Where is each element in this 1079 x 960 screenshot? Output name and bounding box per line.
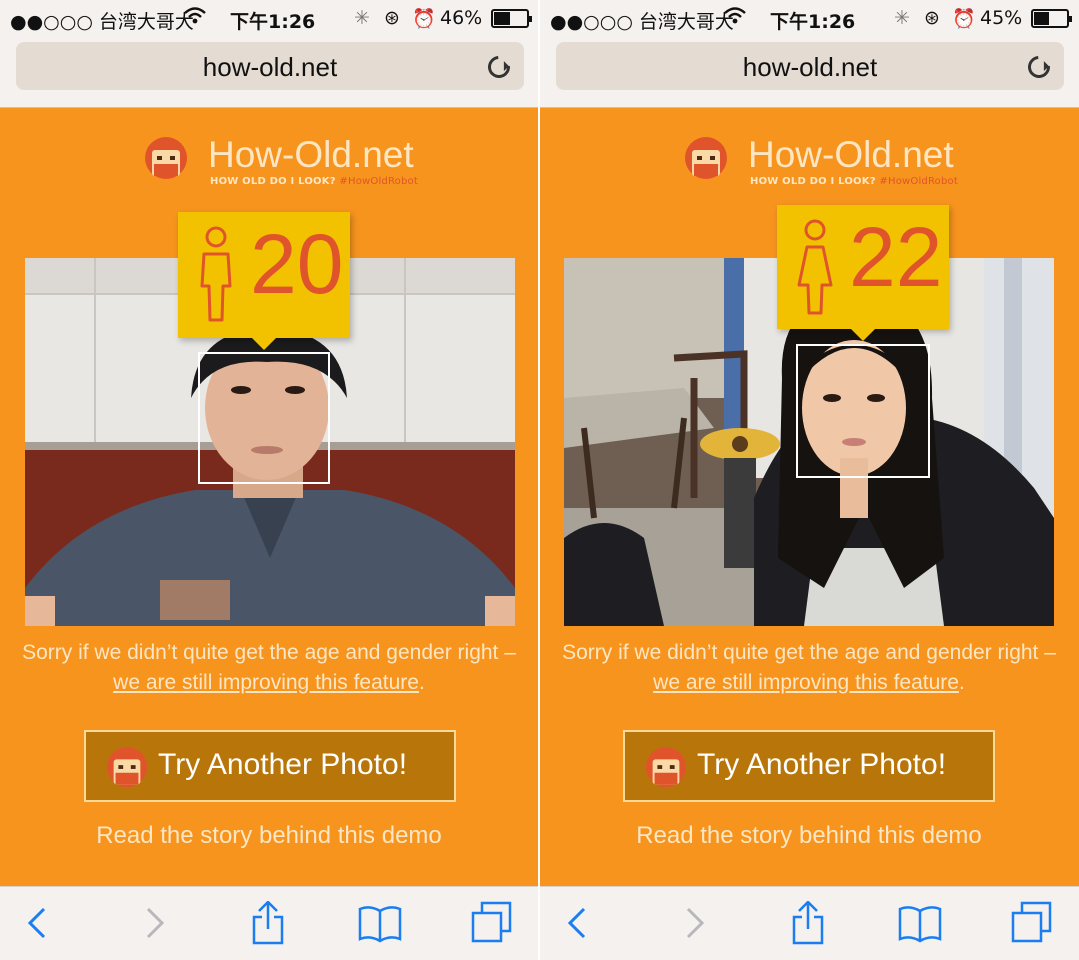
chevron-right-icon[interactable] — [132, 901, 176, 945]
status-bar: ●●○○○ 台湾大哥大 下午1:26 ✳ ⊛ ⏰ 45% — [540, 0, 1079, 36]
left-screen: ●●○○○ 台湾大哥大 下午1:26 ✳ ⊛ ⏰ 46% how-old.net — [0, 0, 538, 960]
try-another-photo-button[interactable]: Try Another Photo! — [623, 730, 995, 802]
accuracy-message: Sorry if we didn’t quite get the age and… — [22, 641, 516, 694]
age-badge: 22 — [777, 205, 949, 341]
browser-toolbar — [0, 886, 538, 960]
chevron-left-icon[interactable] — [16, 901, 60, 945]
mascot-icon — [106, 747, 148, 788]
address-area: how-old.net — [540, 36, 1079, 108]
book-icon[interactable] — [898, 901, 942, 945]
try-another-photo-button[interactable]: Try Another Photo! — [84, 730, 456, 802]
improving-feature-link[interactable]: we are still improving this feature — [653, 671, 959, 694]
battery-percent: 46% — [440, 7, 483, 29]
address-bar[interactable]: how-old.net — [556, 42, 1064, 90]
rotation-lock-icon: ⊛ — [384, 7, 400, 29]
share-icon[interactable] — [786, 900, 830, 945]
button-label: Try Another Photo! — [158, 748, 408, 781]
url-text: how-old.net — [742, 52, 878, 82]
face-detection-box — [198, 352, 330, 484]
mascot-icon — [645, 747, 687, 788]
badge-pointer — [252, 338, 276, 350]
site-tagline: HOW OLD DO I LOOK? #HowOldRobot — [750, 176, 958, 187]
right-screen: ●●○○○ 台湾大哥大 下午1:26 ✳ ⊛ ⏰ 45% how-old.net — [540, 0, 1079, 960]
url-text: how-old.net — [202, 52, 338, 82]
accuracy-message: Sorry if we didn’t quite get the age and… — [562, 641, 1056, 694]
share-icon[interactable] — [246, 900, 290, 945]
button-label: Try Another Photo! — [697, 748, 947, 781]
tabs-icon[interactable] — [1010, 901, 1054, 945]
badge-pointer — [851, 329, 875, 341]
hashtag: #HowOldRobot — [879, 176, 958, 187]
age-value: 20 — [250, 217, 344, 311]
site-name: How-Old.net — [208, 134, 414, 175]
book-icon[interactable] — [358, 901, 402, 945]
clock: 下午1:26 — [230, 11, 316, 33]
wifi-icon — [184, 7, 206, 30]
status-bar: ●●○○○ 台湾大哥大 下午1:26 ✳ ⊛ ⏰ 46% — [0, 0, 538, 36]
rotation-lock-icon: ⊛ — [924, 7, 940, 29]
mascot-icon — [145, 137, 187, 179]
activity-spinner-icon: ✳ — [354, 7, 370, 29]
battery-icon — [491, 9, 532, 28]
face-detection-box — [796, 344, 930, 478]
hashtag: #HowOldRobot — [339, 176, 418, 187]
clock: 下午1:26 — [770, 11, 856, 33]
battery-icon — [1031, 9, 1072, 28]
age-badge: 20 — [178, 212, 350, 350]
tabs-icon[interactable] — [470, 901, 514, 945]
story-link[interactable]: Read the story behind this demo — [9, 822, 529, 850]
site-tagline: HOW OLD DO I LOOK? #HowOldRobot — [210, 176, 418, 187]
address-area: how-old.net — [0, 36, 538, 108]
age-value: 22 — [849, 210, 943, 304]
chevron-left-icon[interactable] — [556, 901, 600, 945]
address-bar[interactable]: how-old.net — [16, 42, 524, 90]
mascot-icon — [685, 137, 727, 179]
chevron-right-icon[interactable] — [672, 901, 716, 945]
activity-spinner-icon: ✳ — [894, 7, 910, 29]
alarm-icon: ⏰ — [412, 8, 436, 30]
improving-feature-link[interactable]: we are still improving this feature — [113, 671, 419, 694]
site-name: How-Old.net — [748, 134, 954, 175]
carrier-label: ●●○○○ 台湾大哥大 — [550, 11, 734, 33]
female-person-icon — [797, 219, 833, 315]
story-link[interactable]: Read the story behind this demo — [549, 822, 1069, 850]
battery-percent: 45% — [980, 7, 1023, 29]
browser-toolbar — [540, 886, 1079, 960]
wifi-icon — [724, 7, 746, 30]
carrier-label: ●●○○○ 台湾大哥大 — [10, 11, 194, 33]
male-person-icon — [200, 226, 232, 322]
alarm-icon: ⏰ — [952, 8, 976, 30]
